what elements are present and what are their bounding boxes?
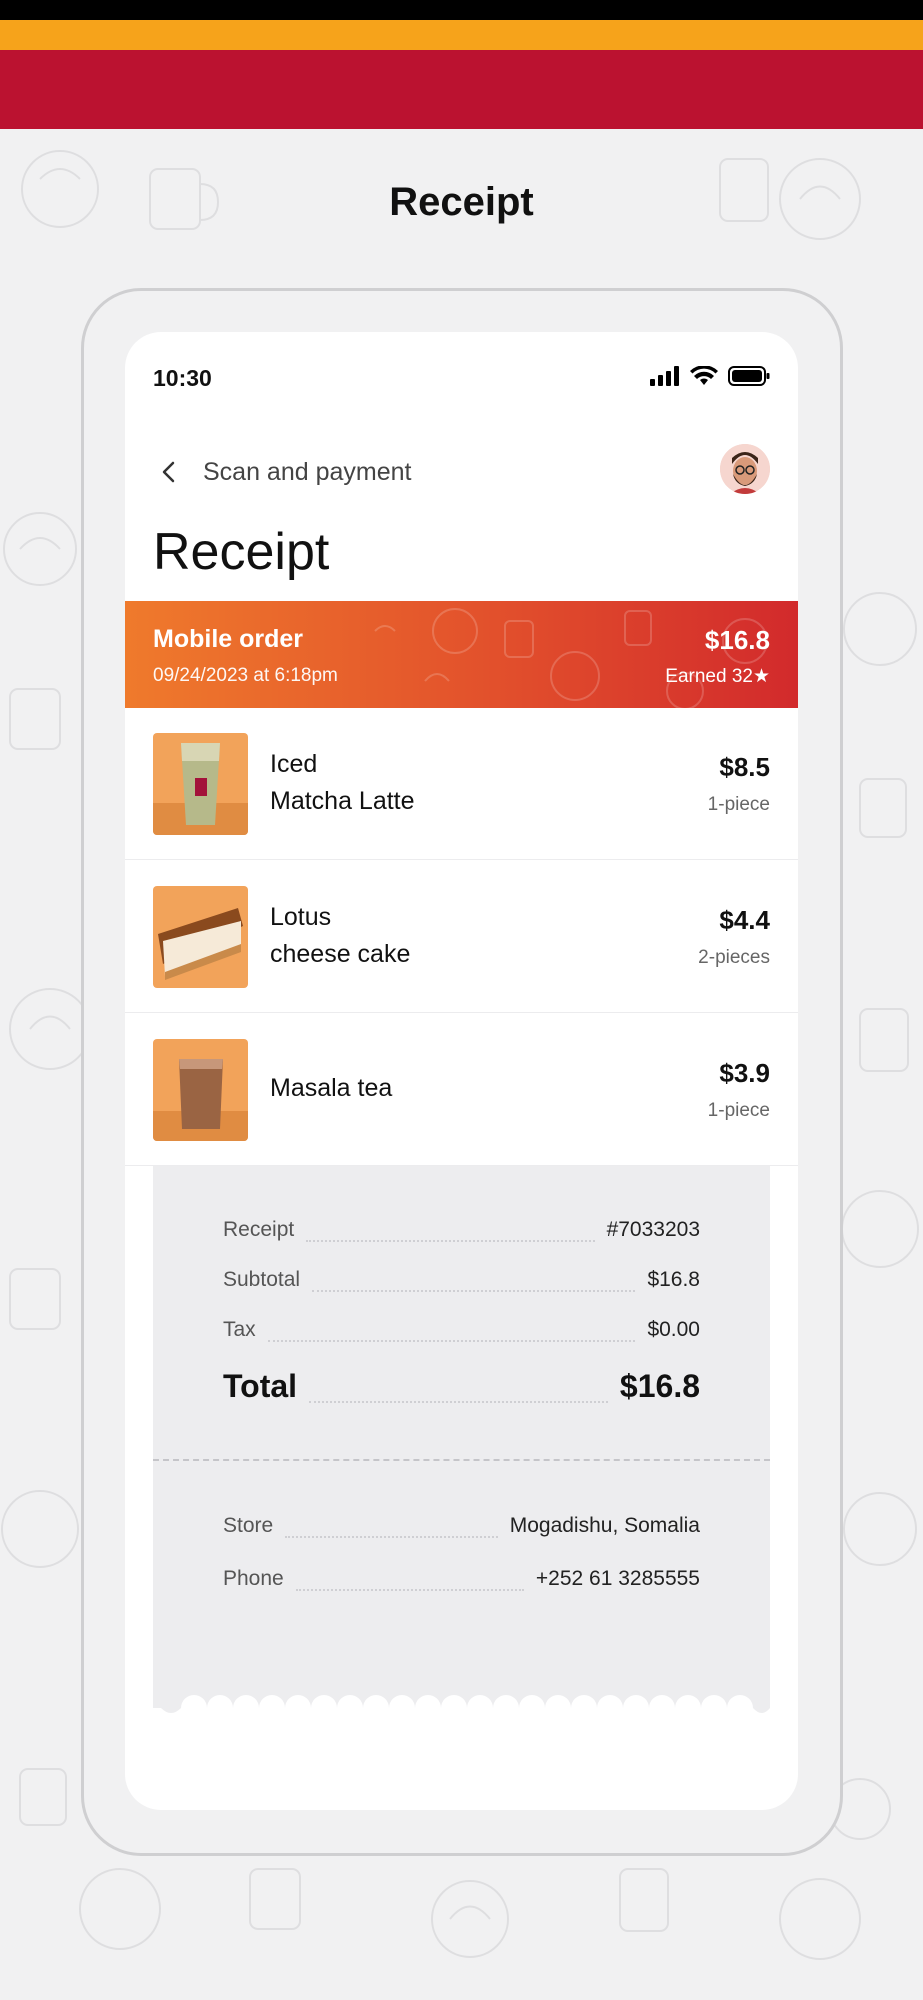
receipt-summary: Receipt #7033203 Subtotal $16.8 Tax $0.0… (153, 1166, 770, 1714)
order-date: 09/24/2023 at 6:18pm (153, 665, 338, 686)
total-label: Total (223, 1368, 298, 1404)
list-item[interactable]: Masala tea $3.9 1-piece (125, 1014, 798, 1166)
signal-icon (650, 366, 679, 386)
dotted-leader (312, 1290, 636, 1292)
cheesecake-image (153, 886, 248, 988)
store-label: Store (223, 1514, 274, 1537)
top-red-band (0, 50, 923, 129)
chevron-left-icon (162, 461, 175, 483)
subtotal-label: Subtotal (223, 1268, 301, 1291)
back-button[interactable] (153, 456, 185, 488)
nav-bar: Scan and payment (153, 444, 770, 500)
item-thumbnail (153, 1039, 248, 1141)
dotted-leader (309, 1401, 608, 1403)
item-price: $4.4 (719, 905, 770, 935)
phone-row: Phone +252 61 3285555 (223, 1567, 700, 1591)
top-orange-stripe (0, 20, 923, 50)
total-value: $16.8 (619, 1368, 700, 1404)
item-name-line1: Lotus (270, 903, 332, 931)
nav-back-label[interactable]: Scan and payment (203, 458, 411, 487)
battery-icon (728, 366, 770, 386)
phone-screen: 10:30 Scan and payment Receipt Mobile or… (125, 332, 798, 1810)
total-row: Total $16.8 (223, 1368, 700, 1405)
receipt-scalloped-edge (153, 1688, 770, 1718)
screen-title: Receipt (153, 523, 330, 581)
receipt-number-row: Receipt #7033203 (223, 1218, 700, 1242)
order-type-label: Mobile order (153, 625, 304, 653)
tax-row: Tax $0.00 (223, 1318, 700, 1342)
phone-value[interactable]: +252 61 3285555 (536, 1567, 700, 1591)
item-quantity: 2-pieces (698, 947, 770, 968)
dashed-divider (153, 1459, 770, 1461)
avatar-image (720, 444, 770, 494)
item-quantity: 1-piece (707, 1100, 770, 1121)
earned-stars: Earned 32★ (665, 666, 770, 687)
order-banner: Mobile order 09/24/2023 at 6:18pm $16.8 … (125, 601, 798, 708)
store-value: Mogadishu, Somalia (509, 1514, 700, 1537)
tax-value: $0.00 (647, 1318, 700, 1341)
item-quantity: 1-piece (707, 794, 770, 815)
item-price: $8.5 (719, 752, 770, 782)
matcha-latte-image (153, 733, 248, 835)
dotted-leader (267, 1340, 636, 1342)
dotted-leader (295, 1589, 524, 1591)
banner-doodle-pattern (374, 608, 768, 708)
status-time: 10:30 (153, 365, 212, 391)
item-thumbnail (153, 733, 248, 835)
item-price: $3.9 (719, 1058, 770, 1088)
order-total: $16.8 (704, 625, 770, 655)
dotted-leader (306, 1240, 595, 1242)
item-name: Masala tea (270, 1074, 393, 1102)
list-item[interactable]: Iced Matcha Latte $8.5 1-piece (125, 708, 798, 860)
subtotal-value: $16.8 (647, 1268, 700, 1291)
item-name-line1: Iced (270, 750, 318, 778)
store-row: Store Mogadishu, Somalia (223, 1514, 700, 1538)
avatar[interactable] (720, 444, 770, 494)
receipt-number-label: Receipt (223, 1218, 295, 1241)
subtotal-row: Subtotal $16.8 (223, 1268, 700, 1292)
receipt-number-value: #7033203 (606, 1218, 700, 1241)
phone-label: Phone (223, 1567, 284, 1590)
tax-label: Tax (223, 1318, 256, 1341)
page-heading: Receipt (389, 180, 534, 224)
dotted-leader (285, 1536, 498, 1538)
item-name-line2: Matcha Latte (270, 787, 415, 815)
top-black-bar (0, 0, 923, 20)
wifi-icon (690, 366, 718, 385)
list-item[interactable]: Lotus cheese cake $4.4 2-pieces (125, 861, 798, 1013)
item-name-line2: cheese cake (270, 940, 411, 968)
masala-tea-image (153, 1039, 248, 1141)
status-icons (650, 366, 770, 386)
item-thumbnail (153, 886, 248, 988)
